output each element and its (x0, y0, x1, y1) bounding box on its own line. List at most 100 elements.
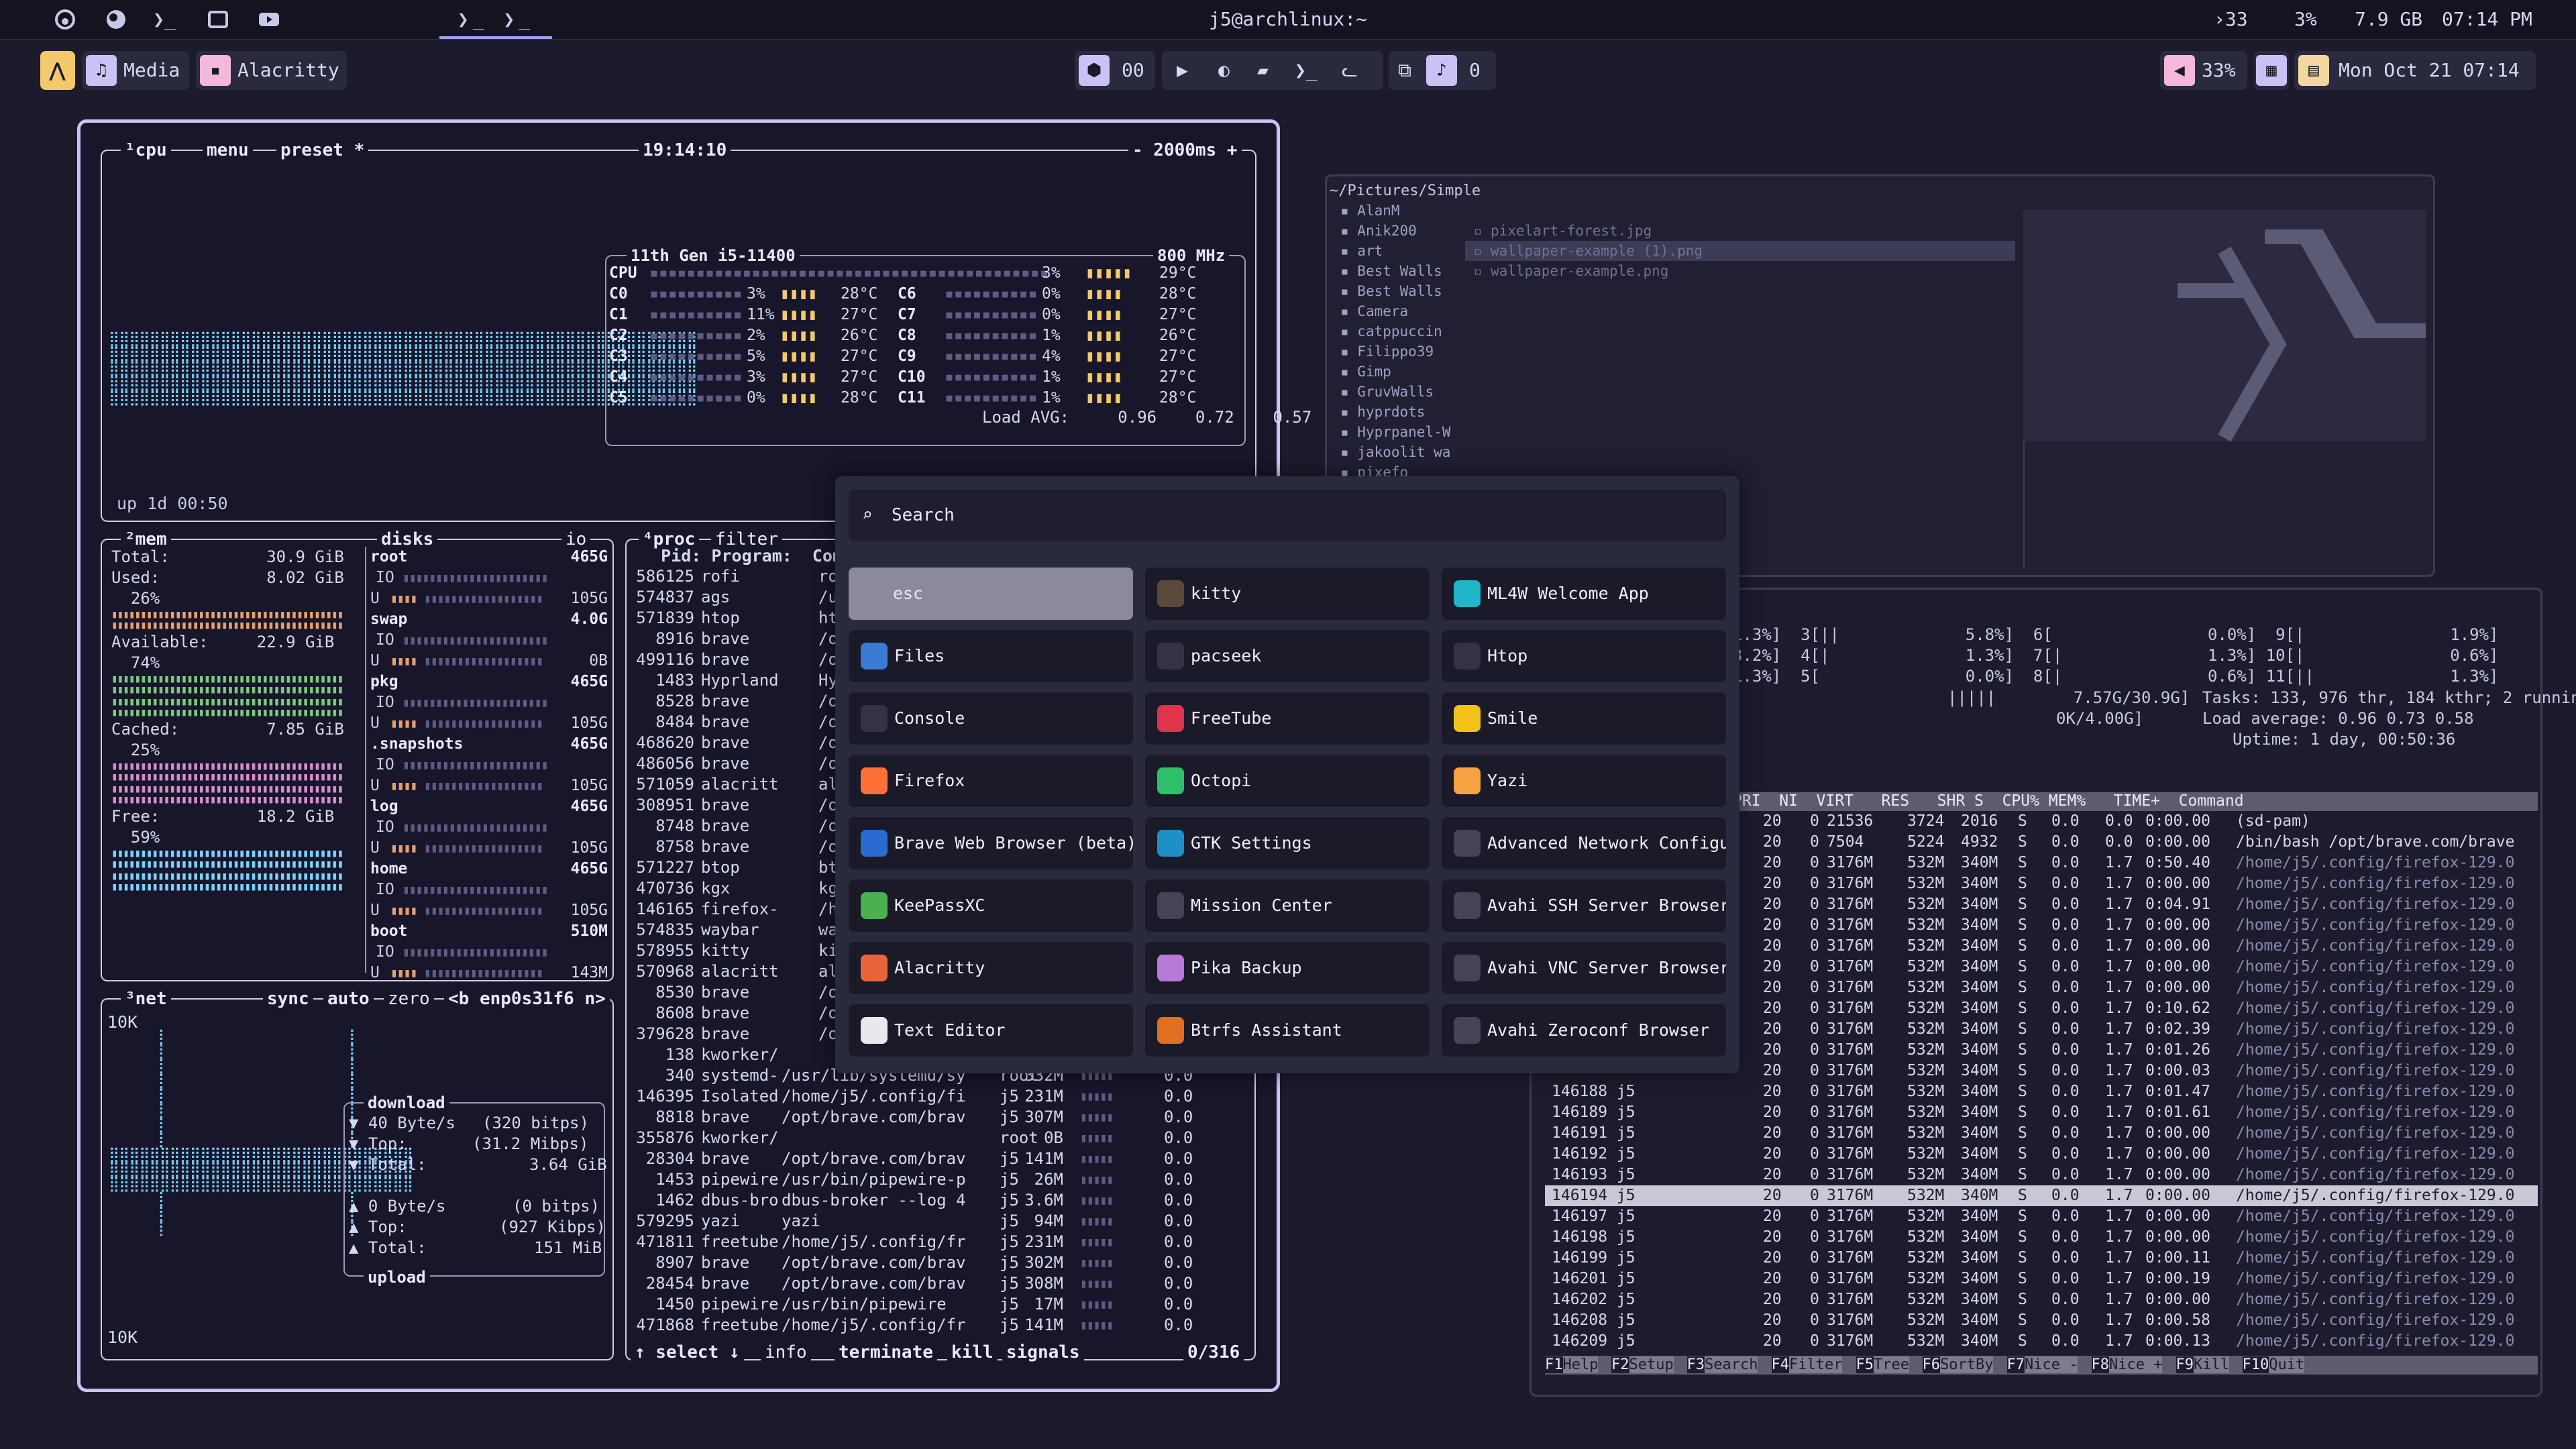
app-tile[interactable]: Pika Backup (1145, 942, 1430, 994)
function-key[interactable]: F5Tree (1856, 1356, 1909, 1375)
notification-button[interactable]: ♪ 0 (1422, 51, 1496, 90)
app-tile[interactable]: Files (849, 630, 1133, 682)
signals-hint[interactable]: signals (1002, 1342, 1084, 1362)
directory-item[interactable]: ▪ catppuccin (1340, 321, 1468, 341)
app-tile[interactable]: Avahi Zeroconf Browser (1442, 1004, 1726, 1057)
menu-button[interactable]: menu (203, 140, 253, 160)
terminate-hint[interactable]: terminate (835, 1342, 937, 1362)
app-tile[interactable]: Avahi VNC Server Browser (1442, 942, 1726, 994)
app-tile[interactable]: FreeTube (1145, 692, 1430, 745)
updates-count[interactable]: ›33 (2214, 0, 2248, 39)
select-hint[interactable]: ↑ select ↓ (631, 1342, 744, 1362)
directory-item[interactable]: ▪ Best Walls (1340, 261, 1468, 281)
directory-item[interactable]: ▪ hyprdots (1340, 402, 1468, 422)
process-row[interactable]: 146208 j5 20 0 3176M 532M 340M S 0.0 1.7 0:00.58 /… (1545, 1310, 2538, 1331)
process-row[interactable]: 146191 j5 20 0 3176M 532M 340M S 0.0 1.7 0:00.00 /… (1545, 1123, 2538, 1144)
function-key[interactable]: F4Filter (1771, 1356, 1843, 1375)
process-row[interactable]: 146201 j5 20 0 3176M 532M 340M S 0.0 1.7 0:00.19 /… (1545, 1269, 2538, 1289)
cat-icon[interactable]: ᓚ (1342, 51, 1358, 90)
interface-selector[interactable]: <b enp0s31f6 n> (444, 989, 610, 1009)
update-interval[interactable]: - 2000ms + (1128, 140, 1242, 160)
process-row[interactable]: 146188 j5 20 0 3176M 532M 340M S 0.0 1.7 0:01.47 /… (1545, 1081, 2538, 1102)
process-row[interactable]: 1462 dbus-bro dbus-broker --log 4 j5 3.6M ▮▮▮… (631, 1190, 1251, 1211)
alacritty-window-button[interactable]: ▪ Alacritty (196, 51, 347, 90)
process-row[interactable]: 146193 j5 20 0 3176M 532M 340M S 0.0 1.7 0:00.00 /… (1545, 1165, 2538, 1185)
function-key[interactable]: F1Help (1545, 1356, 1599, 1375)
terminal-icon[interactable]: ❯_ (153, 8, 176, 31)
process-row[interactable]: 579295 yazi yazi j5 94M ▮▮▮▮▮ 0.0 (631, 1211, 1251, 1232)
kill-hint[interactable]: kill (947, 1342, 998, 1362)
process-row[interactable]: 1450 pipewire/usr/bin/pipewire j5 17M ▮▮▮▮▮ 0… (631, 1294, 1251, 1315)
app-tile[interactable]: Btrfs Assistant (1145, 1004, 1430, 1057)
terminal-icon[interactable]: ❯_ (1295, 51, 1318, 90)
directory-item[interactable]: ▪ Best Walls (1340, 281, 1468, 301)
process-row[interactable]: 146197 j5 20 0 3176M 532M 340M S 0.0 1.7 0:00.00 /… (1545, 1206, 2538, 1227)
process-row[interactable]: 471868 freetube/home/j5/.config/fr j5 141M ▮… (631, 1315, 1251, 1336)
preset-button[interactable]: preset * (276, 140, 369, 160)
directory-item[interactable]: ▪ Hyprpanel-W (1340, 422, 1468, 442)
process-row[interactable]: 146209 j5 20 0 3176M 532M 340M S 0.0 1.7 0:00.13 /… (1545, 1331, 2538, 1352)
function-key[interactable]: F6SortBy (1922, 1356, 1994, 1375)
app-tile[interactable]: Advanced Network Configu… (1442, 817, 1726, 869)
app-tile[interactable]: Htop (1442, 630, 1726, 682)
app-tile[interactable]: Console (849, 692, 1133, 745)
app-tile[interactable]: Mission Center (1145, 879, 1430, 932)
process-row[interactable]: 471811 freetube/home/j5/.config/fr j5 231M ▮… (631, 1232, 1251, 1252)
process-row[interactable]: 8818 brave/opt/brave.com/brav j5 307M ▮▮▮▮▮ 0… (631, 1107, 1251, 1128)
process-row[interactable]: 28304 brave/opt/brave.com/brav j5 141M ▮▮▮▮▮… (631, 1148, 1251, 1169)
process-table-header[interactable]: PRI NI VIRT RES SHR S CPU% MEM% TIME+ Co… (1733, 792, 2538, 811)
sync-toggle[interactable]: sync (263, 989, 313, 1009)
directory-item[interactable]: ▪ Anik200 (1340, 221, 1468, 241)
process-row[interactable]: 146198 j5 20 0 3176M 532M 340M S 0.0 1.7 0:00.00 /… (1545, 1227, 2538, 1248)
directory-item[interactable]: ▪ Gimp (1340, 362, 1468, 382)
function-key[interactable]: F3Search (1686, 1356, 1758, 1375)
active-workspace[interactable]: ❯_ ❯_ (439, 3, 552, 39)
process-row[interactable]: 146199 j5 20 0 3176M 532M 340M S 0.0 1.7 0:00.11 /… (1545, 1248, 2538, 1269)
browser-icon[interactable]: ◐ (1218, 51, 1230, 90)
directory-item[interactable]: ▪ Camera (1340, 301, 1468, 321)
app-tile[interactable]: Firefox (849, 755, 1133, 807)
process-row[interactable]: 8907 brave/opt/brave.com/brav j5 302M ▮▮▮▮▮ 0… (631, 1252, 1251, 1273)
function-key[interactable]: F2Setup (1611, 1356, 1674, 1375)
function-key[interactable]: F7Nice - (2006, 1356, 2078, 1375)
browser-icon[interactable] (105, 8, 127, 31)
youtube-icon[interactable] (258, 8, 280, 31)
directory-item[interactable]: ▪ GruvWalls (1340, 382, 1468, 402)
app-tile[interactable]: ML4W Welcome App (1442, 568, 1726, 620)
zero-toggle[interactable]: zero (384, 989, 434, 1009)
media-button[interactable]: ♫ Media (82, 51, 189, 90)
process-row[interactable]: 146189 j5 20 0 3176M 532M 340M S 0.0 1.7 0:01.61 /… (1545, 1102, 2538, 1123)
directory-item[interactable]: ▪ Filippo39 (1340, 341, 1468, 362)
app-tile[interactable]: kitty (1145, 568, 1430, 620)
process-row[interactable]: 146194 j5 20 0 3176M 532M 340M S 0.0 1.7 0:00.00 /… (1545, 1185, 2538, 1206)
process-row[interactable]: 1453 pipewire/usr/bin/pipewire-p j5 26M ▮▮▮▮… (631, 1169, 1251, 1190)
app-tile[interactable]: Brave Web Browser (beta) (849, 817, 1133, 869)
process-row[interactable]: 146192 j5 20 0 3176M 532M 340M S 0.0 1.7 0:00.00 /… (1545, 1144, 2538, 1165)
directory-item[interactable]: ▪ jakoolit wa (1340, 442, 1468, 462)
process-row[interactable]: 28454 brave/opt/brave.com/brav j5 308M ▮▮▮▮▮… (631, 1273, 1251, 1294)
youtube-icon[interactable]: ▶ (1177, 51, 1188, 90)
app-tile[interactable]: GTK Settings (1145, 817, 1430, 869)
function-key[interactable]: F10Quit (2242, 1356, 2305, 1375)
directory-item[interactable]: ▪ AlanM (1340, 201, 1468, 221)
package-widget[interactable]: ⬢ 00 (1075, 51, 1155, 90)
info-hint[interactable]: info (761, 1342, 811, 1362)
process-row[interactable]: 146395 Isolated/home/j5/.config/fi j5 231M ▮… (631, 1086, 1251, 1107)
file-item[interactable]: ▫ wallpaper-example (1).png (1465, 241, 2015, 261)
directory-item[interactable]: ▪ art (1340, 241, 1468, 261)
auto-toggle[interactable]: auto (323, 989, 374, 1009)
process-row[interactable]: 355876 kworker/root 0B ▮▮▮▮▮ 0.0 (631, 1128, 1251, 1148)
app-tile[interactable]: Text Editor (849, 1004, 1133, 1057)
file-item[interactable]: ▫ wallpaper-example.png (1465, 261, 2015, 281)
process-row[interactable]: 146202 j5 20 0 3176M 532M 340M S 0.0 1.7 0:00.00 /… (1545, 1289, 2538, 1310)
app-tile[interactable]: Smile (1442, 692, 1726, 745)
app-tile[interactable]: pacseek (1145, 630, 1430, 682)
function-key[interactable]: F9Kill (2176, 1356, 2229, 1375)
function-key[interactable]: F8Nice + (2091, 1356, 2163, 1375)
folder-icon[interactable]: ▰ (1257, 51, 1269, 90)
window-icon[interactable] (207, 8, 229, 31)
app-tile[interactable]: Alacritty (849, 942, 1133, 994)
search-input[interactable]: ⌕ Search (849, 490, 1726, 541)
app-tile[interactable]: Yazi (1442, 755, 1726, 807)
volume-widget[interactable]: ◀ 33% (2160, 51, 2247, 90)
